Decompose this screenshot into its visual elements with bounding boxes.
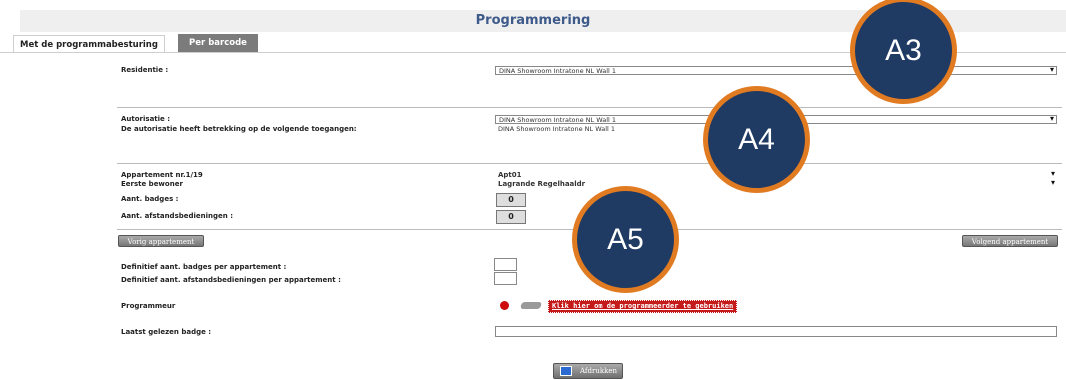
afstand-label: Aant. afstandsbedieningen : (121, 212, 233, 220)
tab-programmabesturing[interactable]: Met de programmabesturing (13, 35, 165, 53)
residentie-select[interactable]: DINA Showroom Intratone NL Wall 1 (495, 66, 1057, 75)
next-apartment-button[interactable]: Volgend appartement (962, 235, 1058, 247)
def-afstand-input[interactable] (494, 272, 517, 285)
red-dot-icon (500, 301, 509, 310)
bewoner-label: Eerste bewoner (121, 180, 183, 188)
def-afstand-label: Definitief aant. afstandsbedieningen per… (121, 276, 341, 284)
print-button[interactable]: Afdrukken (553, 363, 623, 379)
divider (117, 163, 1062, 164)
def-badges-input[interactable] (494, 258, 517, 271)
autorisatie-label: Autorisatie : (121, 115, 171, 123)
toegangen-value: DINA Showroom Intratone NL Wall 1 (498, 125, 616, 133)
prev-apartment-button[interactable]: Vorig appartement (118, 235, 204, 247)
appartement-label: Appartement nr.1/19 (121, 171, 203, 179)
afstand-count: 0 (496, 210, 526, 224)
callout-a3: A3 (850, 0, 957, 104)
badges-count: 0 (496, 193, 526, 207)
callout-a4: A4 (703, 86, 810, 193)
laatst-label: Laatst gelezen badge : (121, 328, 212, 336)
callout-a5: A5 (572, 186, 679, 293)
laatst-gelezen-input[interactable] (495, 326, 1057, 337)
programmeur-label: Programmeur (121, 302, 176, 310)
divider (117, 107, 1062, 108)
badges-label: Aant. badges : (121, 195, 179, 203)
programmeur-link[interactable]: Klik hier om de programmeerder te gebrui… (548, 300, 738, 313)
printer-icon (560, 366, 572, 376)
tab-per-barcode[interactable]: Per barcode (178, 34, 258, 52)
toegangen-label: De autorisatie heeft betrekking op de vo… (121, 125, 357, 133)
print-button-label: Afdrukken (580, 367, 617, 375)
residentie-label: Residentie : (121, 66, 169, 74)
badge-reader-icon (520, 302, 542, 309)
def-badges-label: Definitief aant. badges per appartement … (121, 263, 287, 271)
